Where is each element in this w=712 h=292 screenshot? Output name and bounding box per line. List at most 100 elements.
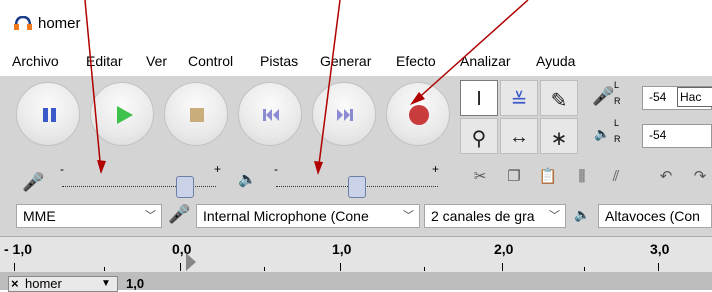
play-volume-thumb[interactable] — [348, 176, 366, 198]
audio-host-value: MME — [23, 208, 56, 224]
microphone-icon: 🎤 — [592, 86, 615, 106]
envelope-tool[interactable]: ≚ — [500, 80, 538, 116]
record-button[interactable] — [386, 82, 450, 146]
draw-tool[interactable]: ✎ — [540, 80, 578, 116]
play-meter-value: -54 — [649, 128, 667, 142]
playback-device-value: Altavoces (Con — [605, 208, 700, 224]
ruler-tick — [584, 267, 585, 271]
menu-pistas[interactable]: Pistas — [260, 53, 298, 69]
record-meter[interactable]: 🎤 L R -54 Hac — [584, 80, 712, 116]
record-meter-box[interactable]: Hac — [677, 87, 712, 107]
selection-tool[interactable]: I — [460, 80, 498, 116]
play-plus-label: + — [432, 162, 440, 176]
menu-control[interactable]: Control — [188, 53, 233, 69]
ruler-tick — [424, 267, 425, 271]
headphones-icon — [14, 16, 32, 30]
time-shift-tool[interactable]: ↔ — [500, 118, 538, 154]
channels-select[interactable]: 2 canales de gra ﹀ — [424, 204, 566, 228]
stop-button[interactable] — [164, 82, 228, 146]
ruler-tick — [502, 263, 503, 271]
skip-start-button[interactable] — [238, 82, 302, 146]
channel-r-label: R — [614, 96, 621, 106]
cut-button[interactable]: ✂ — [464, 162, 496, 192]
mic-slider-icon: 🎤 — [22, 172, 45, 192]
timeline-ruler[interactable]: - 1,0 0,0 1,0 2,0 3,0 — [0, 236, 712, 274]
mixer-toolbar: 🎤 - + 🔈 - + — [0, 158, 460, 198]
stop-icon — [190, 108, 204, 122]
pause-icon — [43, 108, 56, 122]
time-shift-icon: ↔ — [509, 126, 529, 148]
playback-meter[interactable]: 🔈 L R -54 — [584, 118, 712, 154]
ruler-tick — [264, 267, 265, 271]
undo-icon: ↶ — [659, 168, 673, 185]
play-minus-label: - — [274, 162, 278, 176]
menu-ayuda[interactable]: Ayuda — [536, 53, 575, 69]
redo-button[interactable]: ↷ — [684, 162, 712, 192]
channel-l-label-2: L — [614, 118, 620, 128]
record-icon — [409, 105, 429, 125]
menu-generar[interactable]: Generar — [320, 53, 371, 69]
dropdown-arrow-icon[interactable]: ▼ — [101, 277, 111, 291]
ruler-label: 2,0 — [494, 241, 514, 257]
envelope-icon: ≚ — [510, 90, 528, 112]
zoom-tool[interactable]: ⚲ — [460, 118, 498, 154]
record-meter-value: -54 — [649, 90, 667, 104]
copy-icon: ❐ — [507, 168, 521, 185]
transport-toolbar — [16, 82, 450, 152]
recording-device-select[interactable]: Internal Microphone (Cone ﹀ — [196, 204, 420, 228]
ruler-label: 1,0 — [332, 241, 352, 257]
silence-button[interactable]: ⫽ — [600, 162, 632, 192]
audio-host-select[interactable]: MME ﹀ — [16, 204, 162, 228]
paste-icon: 📋 — [538, 168, 558, 185]
paste-button[interactable]: 📋 — [532, 162, 564, 192]
multi-tool[interactable]: ∗ — [540, 118, 578, 154]
asterisk-icon: ∗ — [550, 128, 568, 150]
edit-toolbar: ✂ ❐ 📋 ⫼ ⫽ ↶ ↷ — [464, 160, 712, 196]
menu-ver[interactable]: Ver — [146, 53, 167, 69]
skip-start-icon — [263, 109, 279, 121]
ruler-label: 3,0 — [650, 241, 670, 257]
speaker-icon: 🔈 — [594, 126, 611, 141]
speaker-slider-icon: 🔈 — [238, 171, 257, 188]
pencil-icon: ✎ — [550, 90, 568, 112]
channel-r-label-2: R — [614, 134, 621, 144]
mic-plus-label: + — [214, 162, 222, 176]
trim-button[interactable]: ⫼ — [566, 162, 598, 192]
mic-minus-label: - — [60, 162, 64, 176]
close-icon[interactable]: × — [11, 277, 19, 291]
trim-icon: ⫼ — [578, 168, 586, 185]
i-beam-icon: I — [476, 88, 482, 110]
chevron-down-icon: ﹀ — [145, 210, 156, 222]
chevron-down-icon: ﹀ — [403, 210, 414, 222]
record-meter-bar: -54 Hac — [642, 86, 712, 110]
ruler-tick — [340, 263, 341, 271]
undo-button[interactable]: ↶ — [650, 162, 682, 192]
window-title: homer — [38, 15, 81, 32]
track-header: × homer ▼ 1,0 — [0, 272, 712, 292]
device-mic-icon: 🎤 — [168, 204, 191, 224]
silence-icon: ⫽ — [612, 168, 620, 185]
playhead-icon[interactable] — [186, 253, 200, 271]
ruler-tick — [180, 263, 181, 271]
chevron-down-icon: ﹀ — [549, 210, 560, 222]
skip-end-button[interactable] — [312, 82, 376, 146]
ruler-tick — [658, 263, 659, 271]
redo-icon: ↷ — [693, 168, 707, 185]
ruler-tick — [14, 263, 15, 271]
menu-analizar[interactable]: Analizar — [460, 53, 511, 69]
playback-device-select[interactable]: Altavoces (Con — [598, 204, 712, 228]
menu-editar[interactable]: Editar — [86, 53, 123, 69]
recording-device-value: Internal Microphone (Cone — [203, 208, 369, 224]
ruler-label: - 1,0 — [4, 241, 33, 257]
copy-button[interactable]: ❐ — [498, 162, 530, 192]
menu-bar: Archivo Editar Ver Control Pistas Genera… — [0, 46, 712, 76]
menu-archivo[interactable]: Archivo — [12, 53, 59, 69]
play-icon — [117, 106, 133, 124]
play-button[interactable] — [90, 82, 154, 146]
record-volume-thumb[interactable] — [176, 176, 195, 198]
pause-button[interactable] — [16, 82, 80, 146]
channel-l-label: L — [614, 80, 620, 90]
ruler-tick — [104, 267, 105, 271]
device-toolbar: MME ﹀ 🎤 Internal Microphone (Cone ﹀ 2 ca… — [0, 198, 712, 234]
menu-efecto[interactable]: Efecto — [396, 53, 436, 69]
